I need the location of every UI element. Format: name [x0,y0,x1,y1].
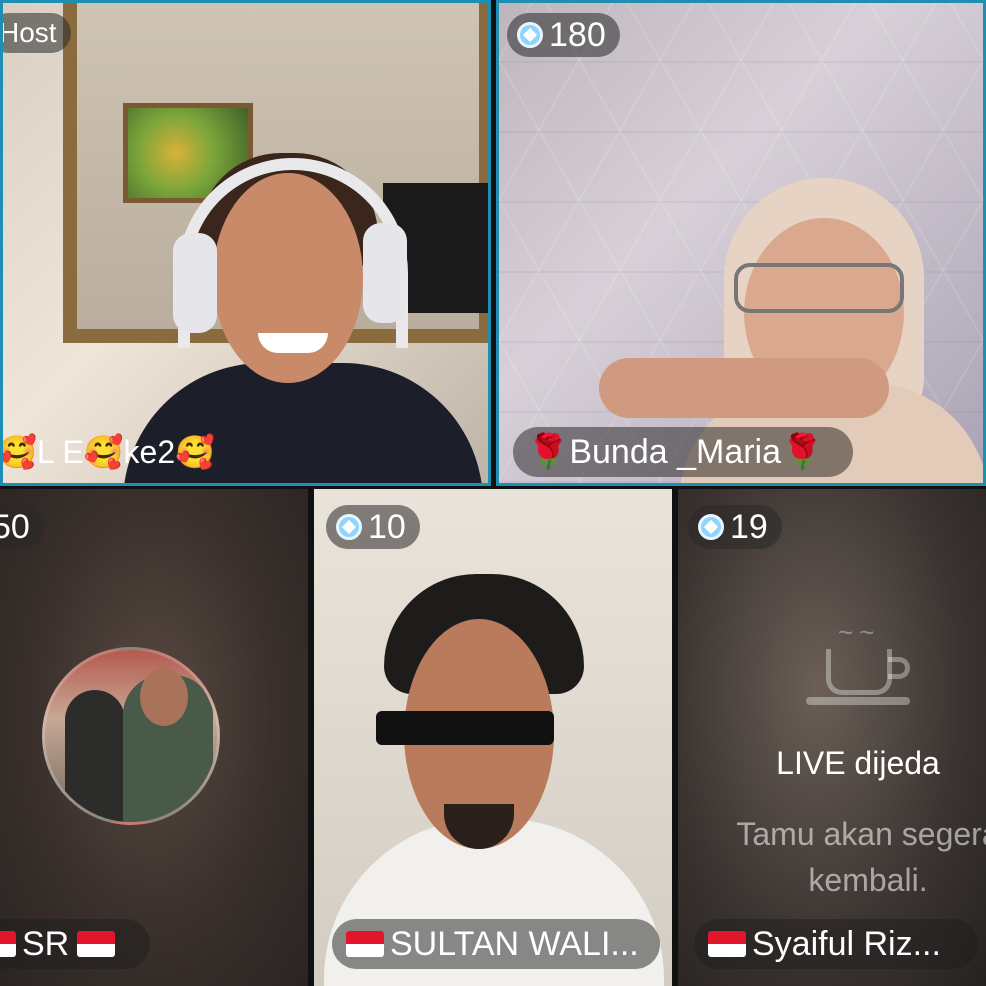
gem-icon [698,514,724,540]
bunda-name-text: 🌹Bunda _Maria🌹 [527,433,824,471]
viewer-count: 180 [549,15,606,54]
video-tile-sr[interactable]: 50 SR [0,489,308,986]
sultan-name-label[interactable]: SULTAN WALI... [332,919,660,969]
viewer-count: 50 [0,507,30,546]
sr-name-label[interactable]: SR [0,919,150,969]
indonesia-flag-icon [346,931,384,957]
bunda-name-label[interactable]: 🌹Bunda _Maria🌹 [513,427,853,477]
sunglasses [376,711,554,745]
video-tile-syaiful[interactable]: ~~ LIVE dijeda Tamu akan segera kembali.… [678,489,986,986]
indonesia-flag-icon [77,931,116,957]
headphone-cup-left [173,233,217,333]
indonesia-flag-icon [708,931,746,957]
host-badge-label: Host [0,17,57,48]
avatar-head [140,668,188,726]
sr-name-text: SR [22,924,70,963]
hand [599,358,889,418]
viewer-count: 19 [730,507,768,546]
coffee-cup-handle [888,657,910,679]
syaiful-name-label[interactable]: Syaiful Riz... [694,919,978,969]
coffee-saucer [806,697,910,705]
coffee-cup-icon [826,649,892,695]
avatar-person-left [65,690,125,822]
glasses [734,263,904,313]
viewer-count-badge: 180 [507,13,620,57]
video-tile-bunda[interactable]: 180 🌹Bunda _Maria🌹 [496,0,986,486]
host-badge: Host [0,13,71,53]
viewer-count: 10 [368,507,406,546]
paused-line-2: kembali. [808,862,928,898]
video-tile-host[interactable]: Host 🥰L E🥰ke2🥰 [0,0,491,486]
indonesia-flag-icon [0,931,16,957]
steam-icon: ~~ [838,617,881,647]
paused-subtitle: Tamu akan segera kembali. [678,811,986,903]
paused-line-1: Tamu akan segera [736,816,986,852]
host-name-label[interactable]: 🥰L E🥰ke2🥰 [0,427,228,477]
viewer-count-badge: 50 [0,505,44,549]
sultan-name-text: SULTAN WALI... [390,924,639,963]
syaiful-name-text: Syaiful Riz... [752,924,941,963]
viewer-count-badge: 10 [326,505,420,549]
gem-icon [336,514,362,540]
headphone-cup-right [363,223,407,323]
viewer-count-badge: 19 [688,505,782,549]
paused-title: LIVE dijeda [776,745,940,781]
video-tile-sultan[interactable]: 10 SULTAN WALI... [314,489,672,986]
gem-icon [517,22,543,48]
avatar [42,647,220,825]
host-name-text: 🥰L E🥰ke2🥰 [0,434,215,470]
